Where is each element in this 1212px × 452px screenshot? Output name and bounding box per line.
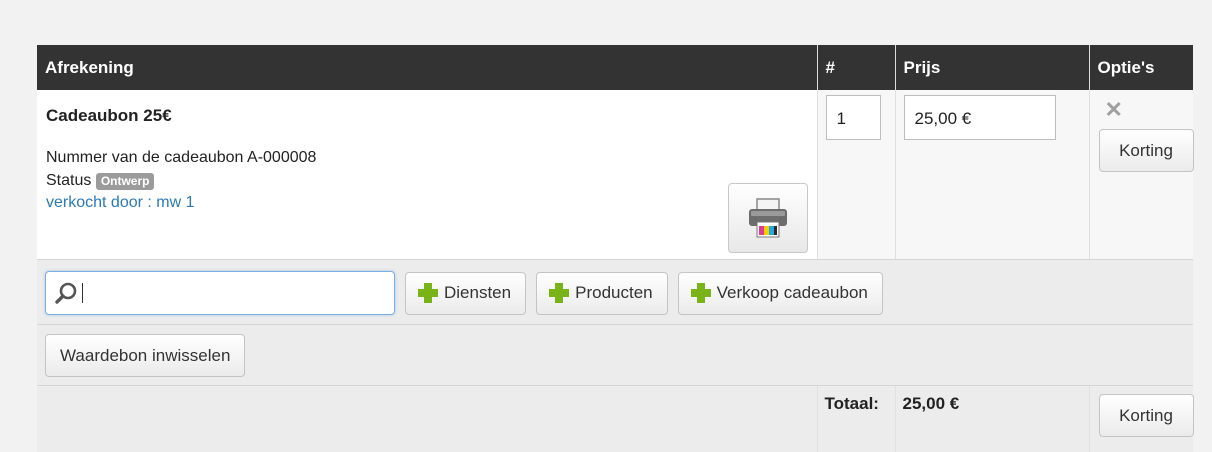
search-input[interactable]: [45, 271, 395, 315]
toolbar: Diensten Producten Verkoop cadeaubon: [38, 261, 1192, 315]
checkout-table: Afrekening # Prijs Optie's Cadeaubon 25€…: [37, 45, 1193, 452]
remove-item-icon[interactable]: ✕: [1105, 98, 1186, 122]
quantity-input[interactable]: 1: [826, 95, 881, 140]
total-options-cell: Korting: [1089, 386, 1193, 452]
table-row: Cadeaubon 25€ Nummer van de cadeaubon A-…: [37, 90, 1193, 260]
item-cell: Cadeaubon 25€ Nummer van de cadeaubon A-…: [37, 90, 817, 260]
status-label: Status: [46, 172, 91, 189]
status-badge: Ontwerp: [96, 173, 155, 190]
sell-voucher-label: Verkoop cadeaubon: [717, 283, 868, 303]
total-spacer: [37, 386, 817, 452]
sell-voucher-button[interactable]: Verkoop cadeaubon: [678, 272, 883, 315]
toolbar-cell: Diensten Producten Verkoop cadeaubon: [37, 260, 1193, 325]
toolbar-row: Diensten Producten Verkoop cadeaubon: [37, 260, 1193, 325]
price-input[interactable]: 25,00 €: [904, 95, 1056, 140]
redeem-row: Waardebon inwisselen: [37, 325, 1193, 386]
printer-icon: [746, 196, 790, 240]
total-discount-button[interactable]: Korting: [1099, 394, 1194, 437]
text-caret: [82, 283, 83, 303]
services-label: Diensten: [444, 283, 511, 303]
checkout-panel: Afrekening # Prijs Optie's Cadeaubon 25€…: [37, 45, 1193, 452]
status-line: Status Ontwerp: [46, 172, 808, 190]
plus-icon: [418, 283, 438, 303]
quantity-cell: 1: [817, 90, 895, 260]
total-row: Totaal: 25,00 € Korting: [37, 386, 1193, 452]
plus-icon: [549, 283, 569, 303]
total-value: 25,00 €: [895, 386, 1089, 452]
services-button[interactable]: Diensten: [405, 272, 526, 315]
print-button[interactable]: [728, 183, 808, 253]
header-quantity: #: [817, 45, 895, 90]
header-checkout: Afrekening: [37, 45, 817, 90]
price-cell: 25,00 €: [895, 90, 1089, 260]
redeem-voucher-button[interactable]: Waardebon inwisselen: [45, 334, 245, 377]
total-label: Totaal:: [817, 386, 895, 452]
options-cell: ✕ Korting: [1089, 90, 1193, 260]
table-header: Afrekening # Prijs Optie's: [37, 45, 1193, 90]
item-discount-button[interactable]: Korting: [1099, 129, 1194, 172]
seller-link[interactable]: verkocht door : mw 1: [46, 194, 808, 212]
header-options: Optie's: [1089, 45, 1193, 90]
item-title: Cadeaubon 25€: [46, 106, 808, 126]
redeem-cell: Waardebon inwisselen: [37, 325, 1193, 386]
header-price: Prijs: [895, 45, 1089, 90]
search-icon: [54, 281, 78, 305]
plus-icon: [691, 283, 711, 303]
voucher-number: Nummer van de cadeaubon A-000008: [46, 149, 808, 167]
products-label: Producten: [575, 283, 653, 303]
products-button[interactable]: Producten: [536, 272, 668, 315]
